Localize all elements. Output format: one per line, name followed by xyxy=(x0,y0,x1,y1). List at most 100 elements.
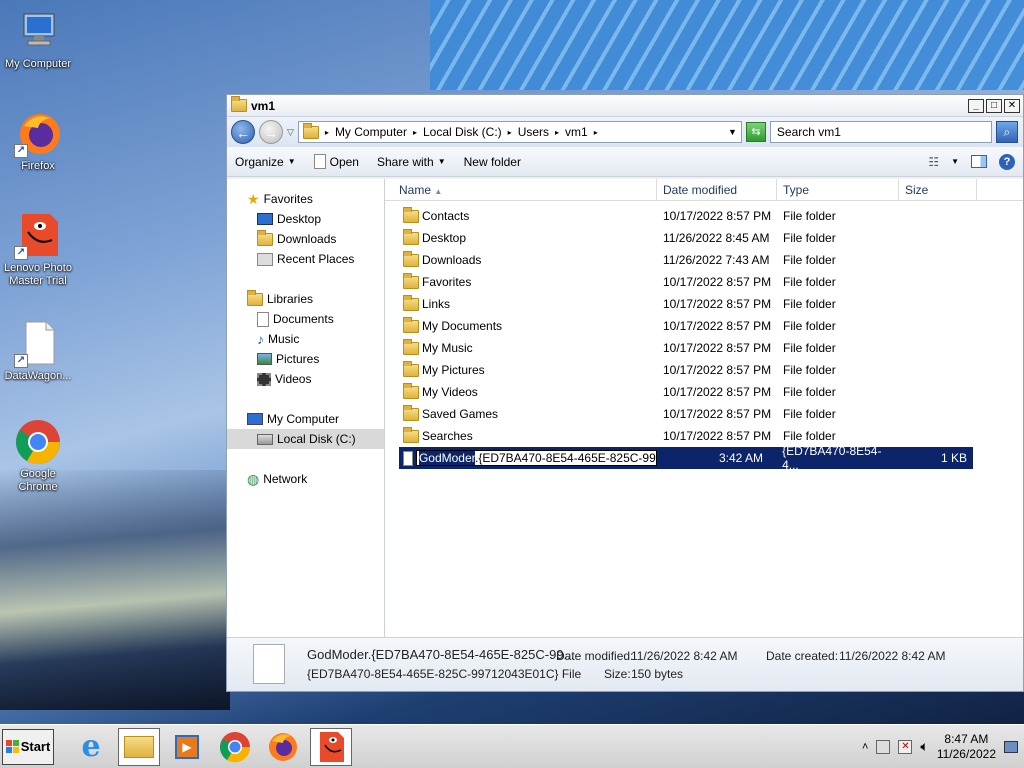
address-bar[interactable]: ▸ My Computer ▸ Local Disk (C:) ▸ Users ▸ v… xyxy=(297,121,742,143)
recent-pages-chevron-icon[interactable]: ▽ xyxy=(287,127,294,138)
table-row[interactable]: Downloads 11/26/2022 7:43 AM File folder xyxy=(385,249,1023,271)
table-row[interactable]: My Music 10/17/2022 8:57 PM File folder xyxy=(385,337,1023,359)
taskbar-lenovo-photo-master[interactable] xyxy=(310,727,352,766)
action-center-icon[interactable] xyxy=(876,739,891,754)
row-type: File folder xyxy=(783,341,836,355)
column-date-modified[interactable]: Date modified xyxy=(657,179,777,200)
taskbar-firefox[interactable] xyxy=(262,728,304,766)
preview-pane-icon[interactable] xyxy=(971,155,987,168)
taskbar-internet-explorer[interactable]: e xyxy=(70,728,112,766)
start-button[interactable]: Start xyxy=(2,728,54,765)
explorer-window[interactable]: vm1 _ □ ✕ ← → ▽ ▸ My Computer ▸ Local Dis… xyxy=(226,94,1024,692)
chevron-right-icon[interactable]: ▸ xyxy=(325,128,329,137)
row-name: Searches xyxy=(422,429,473,443)
maximize-button[interactable]: □ xyxy=(986,98,1002,113)
view-dropdown-icon[interactable]: ▼ xyxy=(951,157,959,166)
network-status-icon[interactable]: ✕ xyxy=(898,739,913,754)
rename-rest-text: .{ED7BA470-8E54-465E-825C-99712043E01C} xyxy=(474,451,657,465)
details-date-created-label: Date created: xyxy=(766,649,839,663)
libraries-icon xyxy=(247,289,263,306)
column-name[interactable]: Name ▲ xyxy=(385,179,657,200)
organize-button[interactable]: Organize ▼ xyxy=(235,155,296,169)
table-row[interactable]: My Videos 10/17/2022 8:57 PM File folder xyxy=(385,381,1023,403)
row-name-cell: Favorites xyxy=(385,272,657,289)
new-folder-label: New folder xyxy=(463,154,521,169)
column-type[interactable]: Type xyxy=(777,179,899,200)
file-list[interactable]: Name ▲ Date modified Type Size Contacts 1… xyxy=(385,179,1023,637)
table-row[interactable]: My Pictures 10/17/2022 8:57 PM File folder xyxy=(385,359,1023,381)
search-icon[interactable]: ⌕ xyxy=(995,121,1018,143)
chevron-right-icon[interactable]: ▸ xyxy=(508,128,512,137)
rename-input[interactable]: GodModer.{ED7BA470-8E54-465E-825C-997120… xyxy=(415,450,657,466)
breadcrumb-users[interactable]: Users xyxy=(518,125,549,139)
show-desktop-button[interactable] xyxy=(1004,740,1018,753)
title-bar[interactable]: vm1 _ □ ✕ xyxy=(227,95,1023,117)
pictures-icon xyxy=(257,353,272,365)
table-row[interactable]: Desktop 11/26/2022 8:45 AM File folder xyxy=(385,227,1023,249)
address-bar-row: ← → ▽ ▸ My Computer ▸ Local Disk (C:) ▸ Us… xyxy=(227,117,1023,147)
table-row[interactable]: Saved Games 10/17/2022 8:57 PM File folder xyxy=(385,403,1023,425)
table-row[interactable]: Contacts 10/17/2022 8:57 PM File folder xyxy=(385,205,1023,227)
nav-item-recent-places[interactable]: Recent Places xyxy=(227,249,384,269)
refresh-button[interactable]: ⇆ xyxy=(745,122,766,142)
search-input[interactable]: Search vm1 xyxy=(769,121,992,143)
nav-favorites[interactable]: ★ Favorites xyxy=(227,189,384,209)
nav-network[interactable]: ◍ Network xyxy=(227,469,384,489)
back-button[interactable]: ← xyxy=(231,120,255,144)
nav-item-videos[interactable]: Videos xyxy=(227,369,384,389)
view-options-icon[interactable]: ☷ xyxy=(928,155,939,169)
table-row[interactable]: Searches 10/17/2022 8:57 PM File folder xyxy=(385,425,1023,447)
address-dropdown-icon[interactable]: ▼ xyxy=(728,127,737,137)
taskbar-chrome[interactable] xyxy=(214,728,256,766)
lenovo-photo-master-icon xyxy=(320,731,344,762)
share-with-button[interactable]: Share with ▼ xyxy=(377,155,446,169)
table-row[interactable]: Favorites 10/17/2022 8:57 PM File folder xyxy=(385,271,1023,293)
nav-libraries[interactable]: Libraries xyxy=(227,289,384,309)
chevron-right-icon[interactable]: ▸ xyxy=(413,128,417,137)
nav-item-music[interactable]: ♪ Music xyxy=(227,329,384,349)
table-row[interactable]: Links 10/17/2022 8:57 PM File folder xyxy=(385,293,1023,315)
nav-label: Pictures xyxy=(276,352,320,366)
desktop-icon-firefox[interactable]: ↗ Firefox xyxy=(0,110,76,173)
breadcrumb-vm1[interactable]: vm1 xyxy=(565,125,588,139)
show-hidden-icons-button[interactable]: ˄ xyxy=(862,741,868,753)
desktop-icon-label: My Computer xyxy=(4,58,72,70)
column-size[interactable]: Size xyxy=(899,179,977,200)
taskbar-explorer[interactable] xyxy=(118,727,160,766)
open-button[interactable]: Open xyxy=(313,154,359,169)
nav-label: Network xyxy=(263,472,308,486)
desktop-icon-datawagon[interactable]: ↗ DataWagon... xyxy=(0,320,76,383)
lenovo-photo-master-icon: ↗ xyxy=(14,212,62,260)
row-name-cell: My Videos xyxy=(385,382,657,399)
details-date-modified: 11/26/2022 8:42 AM xyxy=(631,649,738,663)
row-type: File folder xyxy=(783,407,836,421)
chevron-right-icon[interactable]: ▸ xyxy=(594,128,598,137)
close-button[interactable]: ✕ xyxy=(1004,98,1020,113)
nav-label: Local Disk (C:) xyxy=(277,432,356,446)
help-icon[interactable]: ? xyxy=(999,153,1015,170)
new-folder-button[interactable]: New folder xyxy=(464,155,521,169)
forward-button[interactable]: → xyxy=(259,120,283,144)
volume-icon[interactable]: 🔈︎ xyxy=(920,738,928,755)
breadcrumb-my-computer[interactable]: My Computer xyxy=(335,125,407,139)
firefox-icon: ↗ xyxy=(14,110,62,158)
minimize-button[interactable]: _ xyxy=(968,98,984,113)
nav-my-computer[interactable]: My Computer xyxy=(227,409,384,429)
nav-item-downloads[interactable]: Downloads xyxy=(227,229,384,249)
nav-item-documents[interactable]: Documents xyxy=(227,309,384,329)
table-row-selected[interactable]: GodModer.{ED7BA470-8E54-465E-825C-997120… xyxy=(399,444,973,472)
breadcrumb-local-disk[interactable]: Local Disk (C:) xyxy=(423,125,502,139)
nav-item-pictures[interactable]: Pictures xyxy=(227,349,384,369)
nav-item-desktop[interactable]: Desktop xyxy=(227,209,384,229)
taskbar-media-player[interactable]: ▶ xyxy=(166,728,208,766)
row-name: Desktop xyxy=(422,231,467,245)
clock-date: 11/26/2022 xyxy=(936,746,996,761)
clock[interactable]: 8:47 AM 11/26/2022 xyxy=(937,732,996,762)
table-row[interactable]: My Documents 10/17/2022 8:57 PM File folde… xyxy=(385,315,1023,337)
desktop-icon-my-computer[interactable]: My Computer xyxy=(0,8,76,71)
desktop-icon-google-chrome[interactable]: Google Chrome xyxy=(0,418,76,494)
row-date: 10/17/2022 8:57 PM xyxy=(663,429,772,443)
nav-item-local-disk[interactable]: Local Disk (C:) xyxy=(227,429,384,449)
chevron-right-icon[interactable]: ▸ xyxy=(555,128,559,137)
desktop-icon-lenovo-photo-master[interactable]: ↗ Lenovo Photo Master Trial xyxy=(0,212,76,288)
